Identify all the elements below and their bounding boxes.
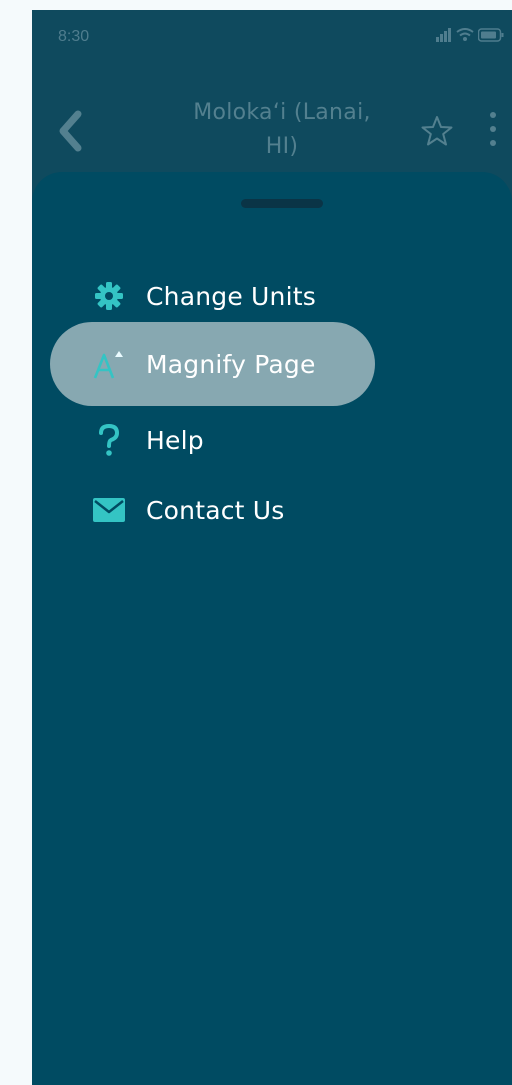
menu-item-magnify-page[interactable]: Magnify Page [50, 322, 375, 406]
question-icon [92, 423, 126, 457]
menu-item-label: Contact Us [146, 495, 285, 525]
status-time: 8:30 [58, 28, 90, 45]
menu-item-label: Help [146, 425, 204, 455]
app-header: Moloka‘i (Lanai, HI) [32, 80, 512, 180]
battery-icon [478, 28, 504, 42]
menu-item-label: Change Units [146, 281, 316, 311]
menu-item-label: Magnify Page [146, 349, 316, 379]
dot [490, 112, 496, 118]
bottom-sheet-menu: Change Units Magnify Page Help Contact U… [32, 172, 512, 1085]
text-size-icon [92, 347, 126, 381]
favorite-button[interactable] [420, 114, 454, 148]
dot [490, 140, 496, 146]
more-options-button[interactable] [486, 110, 500, 150]
page-title: Moloka‘i (Lanai, HI) [193, 100, 371, 159]
signal-icon [436, 28, 451, 42]
phone-screen: 8:30 Moloka‘i (Lanai, HI) Change Units M… [32, 10, 512, 1085]
status-icons [436, 26, 504, 44]
envelope-icon [92, 493, 126, 527]
chevron-left-icon [59, 110, 82, 152]
star-icon [421, 116, 453, 146]
status-bar: 8:30 [32, 10, 512, 62]
back-button[interactable] [54, 108, 88, 154]
dot [490, 126, 496, 132]
sheet-drag-handle[interactable] [241, 199, 323, 208]
menu-item-contact-us[interactable]: Contact Us [50, 468, 375, 552]
wifi-icon [456, 28, 474, 41]
gear-icon [92, 279, 126, 313]
